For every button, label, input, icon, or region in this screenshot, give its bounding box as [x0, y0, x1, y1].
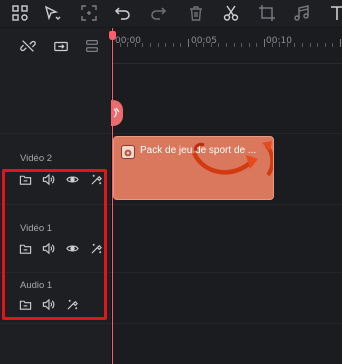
- timeline-tracks[interactable]: [112, 64, 342, 364]
- ruler-tick: [150, 43, 151, 47]
- unlink-icon[interactable]: [18, 37, 38, 55]
- ruler-tick: [294, 43, 296, 47]
- ruler-tick: [233, 43, 235, 47]
- timeline-clip[interactable]: Pack de jeu de sport de ...: [113, 136, 274, 200]
- ruler-tick: [279, 43, 281, 47]
- ruler-tick: [324, 43, 326, 47]
- ruler-tick: [172, 43, 174, 47]
- ruler-tick: [188, 39, 189, 47]
- timeline-ruler[interactable]: 00:00 00:05 00:10: [112, 28, 342, 64]
- ruler-tick: [302, 43, 303, 47]
- audio-icon[interactable]: [292, 3, 312, 23]
- playhead[interactable]: [112, 28, 113, 364]
- clip-thumbnail-icon: [121, 145, 135, 159]
- ruler-tick: [210, 43, 212, 47]
- ruler-tick: [286, 43, 288, 47]
- ruler-tick: [203, 43, 205, 47]
- link-clip-icon[interactable]: [51, 37, 71, 55]
- ruler-tick: [256, 43, 258, 47]
- ruler-tick: [317, 43, 319, 47]
- ruler-tick: [332, 43, 334, 47]
- ruler-tick: [226, 43, 227, 47]
- track-separator: [0, 133, 342, 134]
- track-manager-icon[interactable]: [82, 37, 102, 55]
- ruler-tick: [157, 43, 159, 47]
- redo-icon[interactable]: [148, 3, 168, 23]
- playhead-handle[interactable]: [109, 31, 116, 40]
- track-header-toolbar: [0, 28, 112, 64]
- highlight-box: [2, 169, 107, 320]
- ruler-tick: [142, 43, 144, 47]
- ruler-tick: [119, 43, 121, 47]
- ruler-tick: [241, 43, 243, 47]
- track-separator: [0, 323, 342, 324]
- ruler-tick: [134, 43, 136, 47]
- crop-icon[interactable]: [257, 3, 277, 23]
- ruler-tick: [195, 43, 197, 47]
- ruler-tick: [218, 43, 220, 47]
- ruler-tick: [165, 43, 167, 47]
- layout-grid-icon[interactable]: [10, 3, 30, 23]
- ruler-tick: [271, 43, 273, 47]
- track-name-video-2: Vidéo 2: [20, 153, 53, 164]
- cut-icon[interactable]: [221, 3, 241, 23]
- main-toolbar: [0, 0, 342, 28]
- select-cursor-icon[interactable]: [42, 3, 62, 23]
- text-icon[interactable]: [327, 3, 342, 23]
- undo-icon[interactable]: [113, 3, 133, 23]
- ruler-tick: [180, 43, 182, 47]
- ruler-tick: [127, 43, 129, 47]
- ruler-tick: [264, 39, 265, 47]
- delete-icon[interactable]: [186, 3, 206, 23]
- ruler-tick: [340, 39, 341, 47]
- arrows-artwork-icon: [191, 141, 273, 177]
- crop-fit-icon[interactable]: [79, 3, 99, 23]
- ruler-tick: [248, 43, 250, 47]
- ruler-tick: [309, 43, 311, 47]
